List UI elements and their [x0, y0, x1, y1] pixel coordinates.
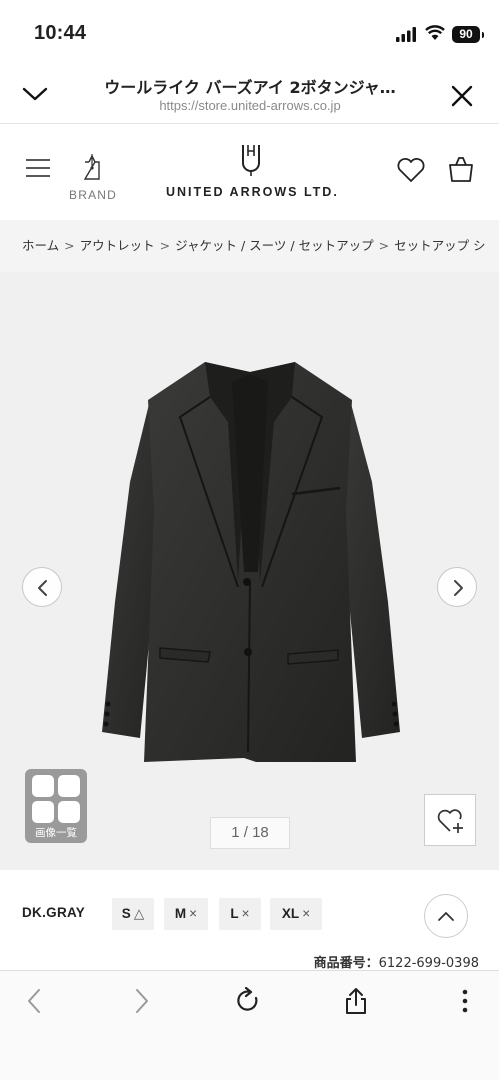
size-label: S: [121, 906, 131, 921]
reload-icon[interactable]: [236, 987, 262, 1015]
breadcrumb-separator: >: [64, 238, 75, 253]
chevron-right-icon: [454, 580, 463, 596]
back-icon[interactable]: [22, 987, 48, 1015]
united-arrows-logo-icon[interactable]: [240, 143, 262, 177]
collapse-variants-button[interactable]: [424, 894, 468, 938]
chevron-up-icon: [438, 912, 454, 921]
product-image-gallery[interactable]: 画像一覧 1 / 18: [0, 272, 499, 870]
chevron-left-icon: [38, 580, 47, 596]
variant-selector: DK.GRAY S △ M × L × XL ×: [0, 870, 499, 962]
product-image-jacket: [102, 362, 400, 762]
stock-mark: △: [133, 906, 145, 921]
heart-icon[interactable]: [396, 157, 426, 183]
status-bar: 10:44 90: [0, 0, 499, 62]
image-counter: 1 / 18: [210, 817, 290, 849]
product-code: 商品番号：6122-699-0398: [314, 952, 479, 971]
shopping-bag-icon[interactable]: [447, 155, 475, 183]
battery-indicator: 90: [452, 26, 484, 43]
site-header: BRAND UNITED ARROWS LTD.: [0, 125, 499, 220]
breadcrumb: ホーム > アウトレット > ジャケット / スーツ / セットアップ > セットアップ シ: [0, 220, 499, 272]
status-time: 10:44: [34, 22, 87, 44]
size-option-s[interactable]: S △: [112, 898, 154, 930]
product-code-value: 6122-699-0398: [378, 956, 479, 971]
size-option-m[interactable]: M ×: [164, 898, 208, 930]
chevron-down-icon[interactable]: [20, 82, 50, 106]
breadcrumb-item-outlet[interactable]: アウトレット: [80, 238, 155, 253]
grid-icon: [32, 775, 80, 823]
logo-text[interactable]: UNITED ARROWS LTD.: [166, 185, 339, 199]
size-label: M: [174, 906, 187, 921]
size-label: L: [230, 906, 239, 921]
hamburger-menu-icon[interactable]: [25, 158, 51, 178]
breadcrumb-separator: >: [378, 238, 390, 253]
share-icon[interactable]: [343, 987, 369, 1015]
breadcrumb-separator: >: [159, 238, 171, 253]
page-url: https://store.united-arrows.co.jp: [159, 98, 341, 113]
size-option-l[interactable]: L ×: [219, 898, 261, 930]
next-image-button[interactable]: [437, 567, 477, 607]
previous-image-button[interactable]: [22, 567, 62, 607]
color-name: DK.GRAY: [22, 905, 86, 920]
breadcrumb-item-home[interactable]: ホーム: [22, 238, 59, 253]
page-title: ウールライク バーズアイ 2ボタンジャ…: [104, 78, 396, 97]
forward-icon[interactable]: [128, 987, 154, 1015]
brand-tag-icon[interactable]: [80, 153, 104, 181]
stock-mark: ×: [302, 906, 311, 921]
stock-mark: ×: [241, 906, 250, 921]
brand-label[interactable]: BRAND: [69, 188, 117, 202]
browser-toolbar: [0, 970, 499, 1080]
wifi-icon: [425, 25, 445, 40]
more-options-icon[interactable]: [452, 987, 478, 1015]
product-code-label: 商品番号：: [313, 956, 379, 971]
image-list-label: 画像一覧: [35, 827, 77, 839]
signal-icon: [396, 27, 416, 42]
image-list-button[interactable]: 画像一覧: [25, 769, 87, 843]
size-label: XL: [281, 906, 300, 921]
stock-mark: ×: [189, 906, 198, 921]
breadcrumb-item-jacket[interactable]: ジャケット / スーツ / セットアップ: [175, 238, 373, 253]
browser-header: ウールライク バーズアイ 2ボタンジャ… https://store.unite…: [0, 62, 499, 124]
heart-plus-icon: [437, 809, 463, 833]
size-option-xl[interactable]: XL ×: [270, 898, 322, 930]
breadcrumb-item-setup[interactable]: セットアップ シ: [394, 238, 485, 253]
close-icon[interactable]: [450, 84, 474, 108]
add-favorite-button[interactable]: [424, 794, 476, 846]
